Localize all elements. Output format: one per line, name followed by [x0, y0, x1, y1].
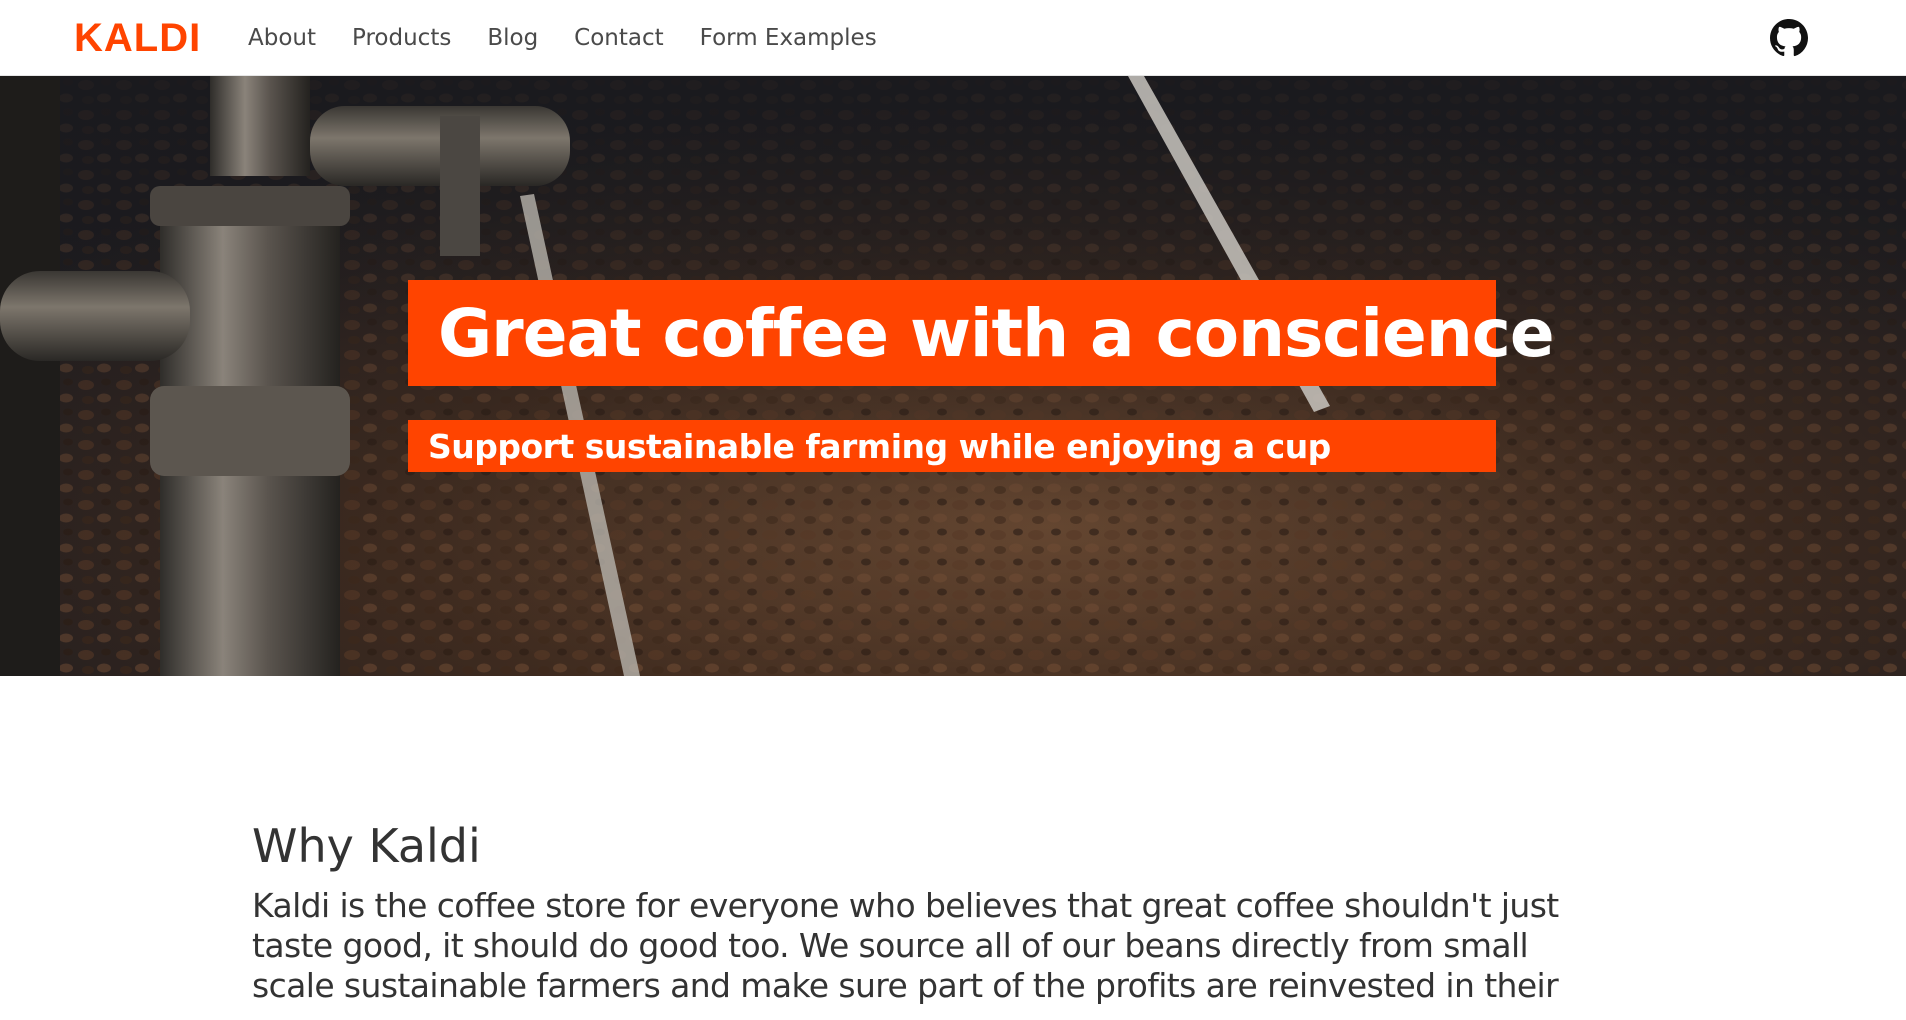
- hero-title: Great coffee with a conscience: [438, 294, 1555, 372]
- hero-subtitle: Support sustainable farming while enjoyi…: [428, 426, 1331, 466]
- nav-link-form-examples[interactable]: Form Examples: [682, 25, 895, 51]
- brand-logo[interactable]: KALDI: [74, 14, 201, 62]
- hero-section: Great coffee with a conscience Support s…: [0, 76, 1906, 676]
- github-icon-svg: [1770, 19, 1808, 57]
- hero-title-box: Great coffee with a conscience: [408, 280, 1555, 386]
- why-kaldi-heading: Why Kaldi: [252, 819, 481, 873]
- nav-link-blog[interactable]: Blog: [469, 25, 556, 51]
- github-icon[interactable]: [1770, 19, 1808, 57]
- hero-subtitle-box: Support sustainable farming while enjoyi…: [408, 420, 1496, 472]
- why-kaldi-section: Why Kaldi Kaldi is the coffee store for …: [252, 818, 1652, 1006]
- nav-link-about[interactable]: About: [230, 25, 334, 51]
- nav-link-products[interactable]: Products: [334, 25, 469, 51]
- navbar: KALDI About Products Blog Contact Form E…: [0, 0, 1906, 76]
- nav-links: About Products Blog Contact Form Example…: [230, 0, 895, 76]
- nav-link-contact[interactable]: Contact: [556, 25, 681, 51]
- why-kaldi-text: Kaldi is the coffee store for everyone w…: [252, 886, 1559, 1005]
